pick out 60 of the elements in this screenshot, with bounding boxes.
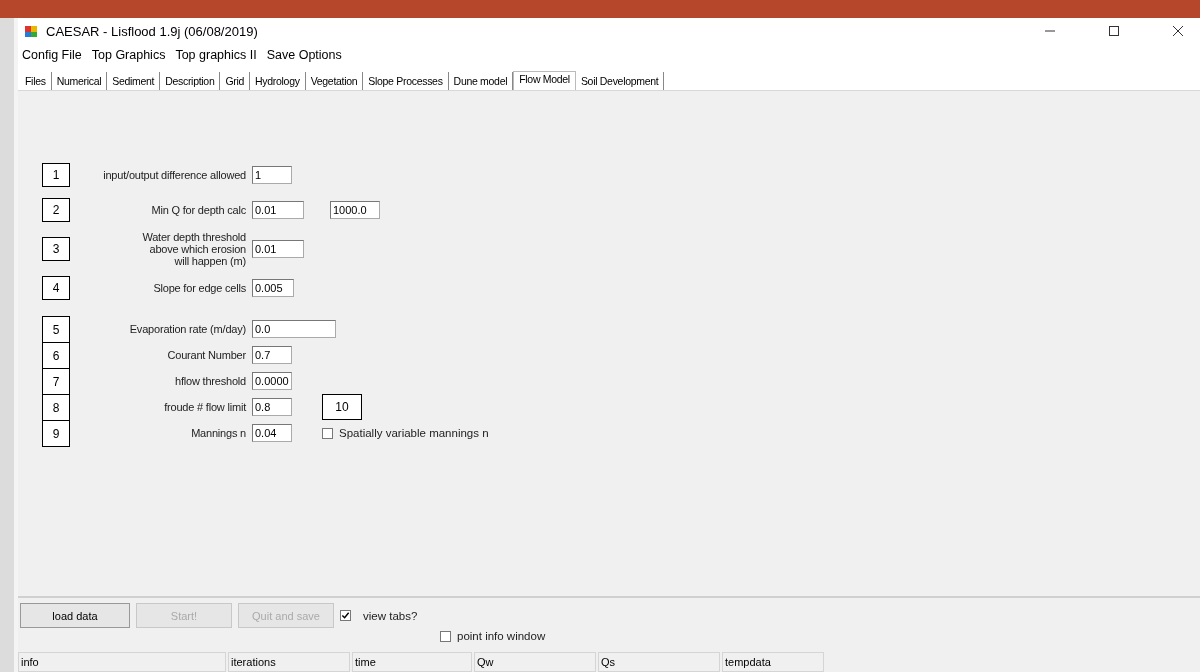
status-panel: time: [352, 652, 472, 672]
input-field[interactable]: 0.01: [252, 201, 304, 219]
status-panel: info: [18, 652, 226, 672]
field-label: hflow threshold: [174, 375, 247, 388]
input-field[interactable]: 0.0: [252, 320, 336, 339]
field-label: Slope for edge cells: [153, 282, 247, 295]
number-label: 6: [42, 342, 70, 370]
tab[interactable]: Vegetation: [305, 72, 364, 90]
input-field[interactable]: 0.7: [252, 346, 292, 365]
number-label: 2: [42, 198, 70, 222]
input-field[interactable]: 0.8: [252, 398, 292, 417]
number-label: 3: [42, 237, 70, 262]
menu-item[interactable]: Top Graphics: [91, 48, 166, 62]
app-icon: [24, 23, 40, 39]
input-field[interactable]: 1000.0: [330, 201, 380, 219]
window-title: CAESAR - Lisflood 1.9j (06/08/2019): [46, 23, 258, 39]
tab[interactable]: Files: [20, 72, 52, 90]
action-button[interactable]: load data: [20, 603, 130, 628]
menu-item[interactable]: Config File: [22, 48, 82, 62]
tab[interactable]: Flow Model: [513, 71, 576, 90]
status-panel: Qw: [474, 652, 596, 672]
tab[interactable]: Hydrology: [250, 72, 306, 90]
status-panel: tempdata: [722, 652, 824, 672]
field-label: Evaporation rate (m/day): [128, 323, 247, 336]
checkbox-label: point info window: [457, 630, 546, 642]
input-field[interactable]: 0.005: [252, 279, 294, 298]
checkbox[interactable]: [340, 610, 351, 621]
status-panel: iterations: [228, 652, 350, 672]
close-icon[interactable]: [1172, 25, 1184, 37]
checkbox-label: Spatially variable mannings n: [339, 427, 489, 440]
tab[interactable]: Grid: [220, 72, 251, 90]
field-label: Water depth threshold above which erosion will happen (m): [141, 231, 247, 268]
tab[interactable]: Slope Processes: [363, 72, 449, 90]
status-panel: Qs: [598, 652, 720, 672]
field-label: Mannings n: [190, 427, 247, 440]
input-field[interactable]: 1: [252, 166, 292, 184]
maximize-icon[interactable]: [1108, 25, 1120, 37]
number-label: 9: [42, 420, 70, 448]
tab[interactable]: Soil Development: [575, 72, 665, 90]
menu-item[interactable]: Top graphics II: [175, 48, 257, 62]
tab[interactable]: Sediment: [107, 72, 161, 90]
field-label: Min Q for depth calc: [151, 203, 247, 217]
tab[interactable]: Numerical: [51, 72, 108, 90]
number-label: 10: [322, 394, 362, 421]
field-label: froude # flow limit: [163, 401, 248, 414]
field-label: Courant Number: [166, 349, 247, 362]
number-label: 5: [42, 316, 70, 344]
field-label: input/output difference allowed: [103, 168, 247, 182]
input-field[interactable]: 0.0000: [252, 372, 292, 391]
input-field[interactable]: 0.01: [252, 240, 304, 259]
checkbox[interactable]: [440, 630, 451, 642]
checkbox-label: view tabs?: [363, 609, 418, 622]
menu-item[interactable]: Save Options: [266, 48, 342, 62]
input-field[interactable]: 0.04: [252, 424, 292, 443]
number-label: 1: [42, 163, 70, 187]
checkbox[interactable]: [322, 427, 333, 439]
tab[interactable]: Description: [160, 72, 221, 90]
number-label: 7: [42, 368, 70, 396]
number-label: 4: [42, 276, 70, 301]
number-label: 8: [42, 394, 70, 422]
